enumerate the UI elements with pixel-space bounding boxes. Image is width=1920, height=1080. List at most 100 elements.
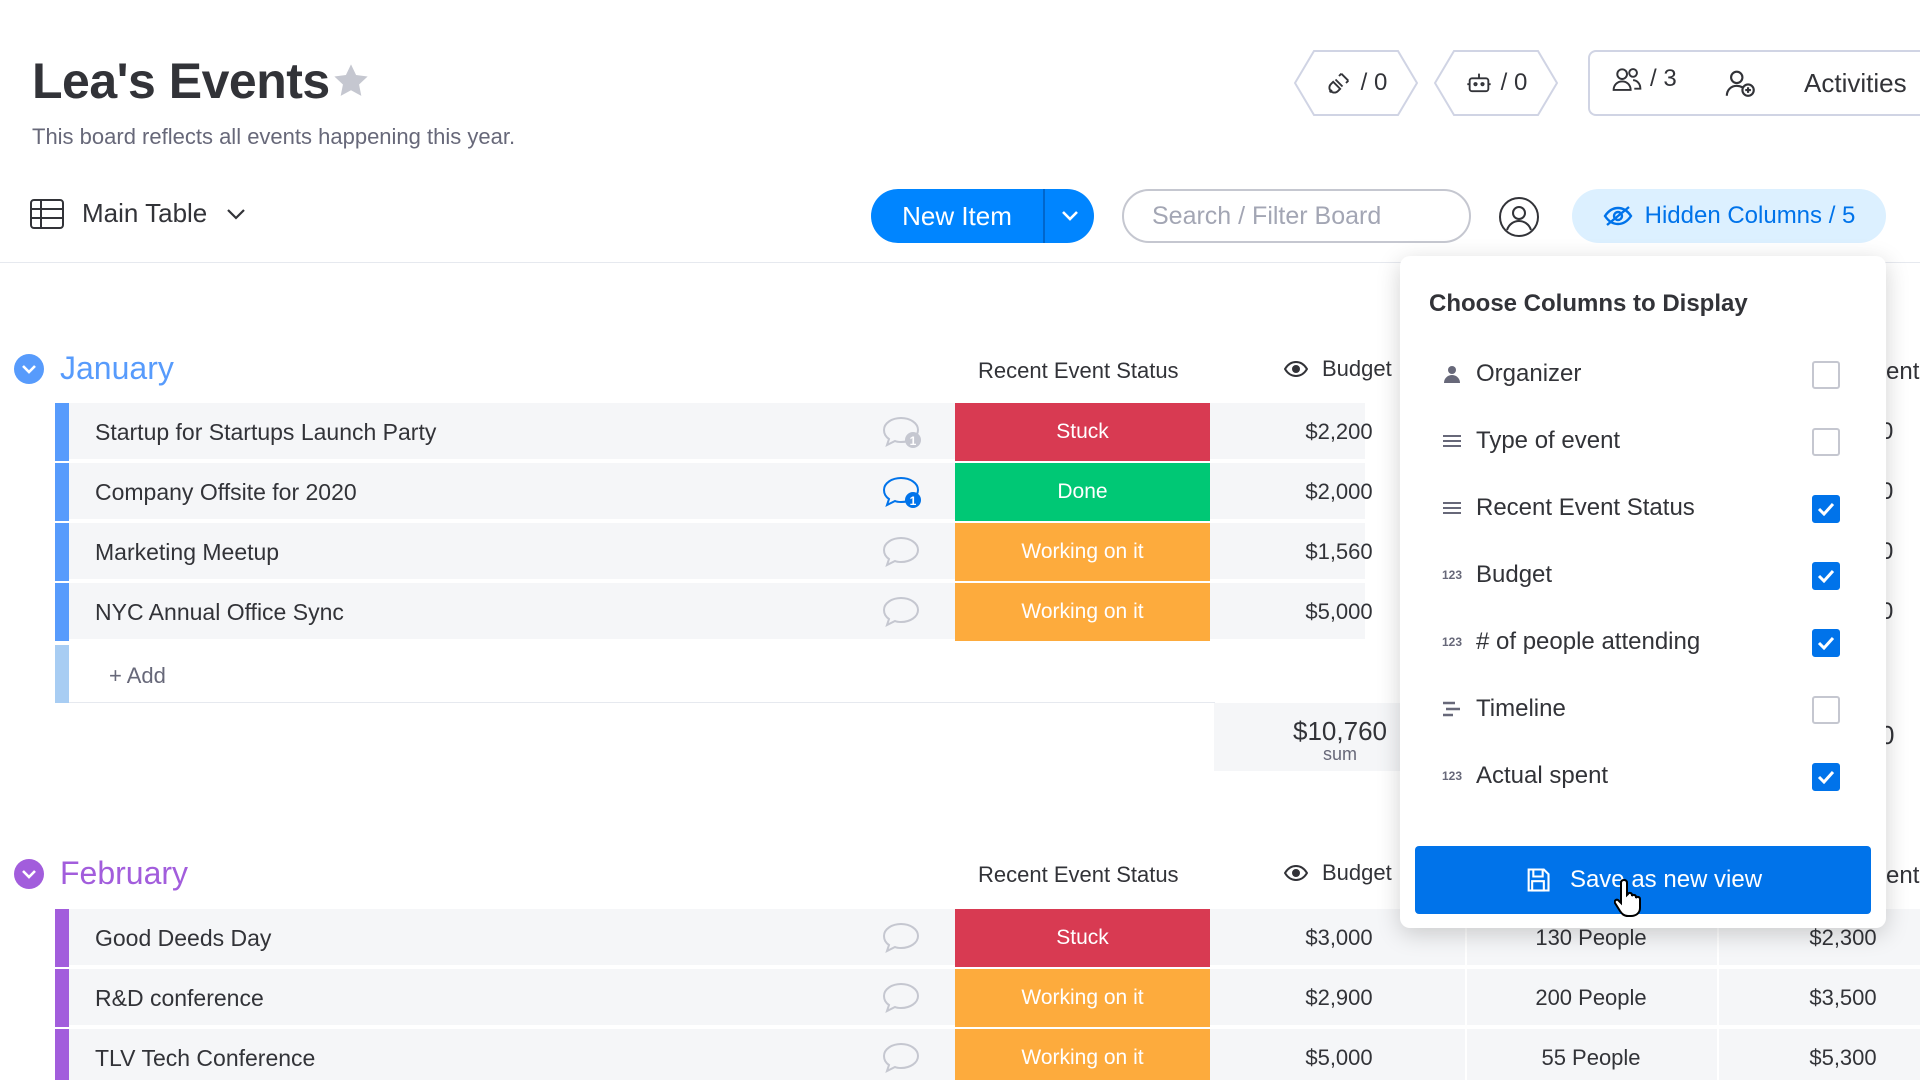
- column-option-organizer[interactable]: Organizer: [1442, 354, 1862, 394]
- people-attending-cell[interactable]: 200 People: [1467, 969, 1715, 1027]
- group-name[interactable]: January: [60, 350, 174, 387]
- group-collapse-toggle[interactable]: [14, 858, 44, 889]
- checkmark-icon: [1817, 770, 1835, 784]
- column-header-actual-partial: ent: [1886, 862, 1920, 889]
- table-row[interactable]: TLV Tech Conference Working on it $5,000…: [55, 1029, 1920, 1080]
- checkmark-icon: [1817, 502, 1835, 516]
- status-cell[interactable]: Working on it: [955, 583, 1210, 641]
- favorite-star-icon[interactable]: [330, 60, 372, 102]
- chat-bubble-icon[interactable]: [881, 535, 925, 571]
- text-lines-icon: [1442, 500, 1466, 516]
- chat-bubble-icon[interactable]: [881, 921, 925, 957]
- automations-button[interactable]: / 0: [1434, 50, 1558, 116]
- hand-cursor-icon: [1614, 878, 1641, 917]
- status-cell[interactable]: Stuck: [955, 909, 1210, 967]
- numbers-icon: 123: [1442, 568, 1463, 582]
- status-cell[interactable]: Stuck: [955, 403, 1210, 461]
- invite-members-icon[interactable]: [1724, 66, 1758, 100]
- column-option-people-attending[interactable]: 123 # of people attending: [1442, 622, 1862, 662]
- item-name[interactable]: NYC Annual Office Sync: [95, 599, 344, 626]
- table-row[interactable]: NYC Annual Office Sync Working on it $5,…: [55, 583, 1373, 641]
- chevron-down-icon: [227, 208, 246, 220]
- group-color-bar: [55, 403, 69, 461]
- item-name[interactable]: Company Offsite for 2020: [95, 479, 357, 506]
- chat-bubble-icon[interactable]: [881, 981, 925, 1017]
- group-header-january[interactable]: January: [14, 350, 174, 387]
- budget-cell[interactable]: $5,000: [1215, 1029, 1463, 1080]
- column-option-budget[interactable]: 123 Budget: [1442, 555, 1862, 595]
- hidden-columns-button[interactable]: Hidden Columns / 5: [1572, 189, 1886, 243]
- column-option-recent-event-status[interactable]: Recent Event Status: [1442, 488, 1862, 528]
- group-color-bar: [55, 645, 69, 703]
- group-name[interactable]: February: [60, 855, 188, 892]
- status-cell[interactable]: Working on it: [955, 969, 1210, 1027]
- column-header-status[interactable]: Recent Event Status: [978, 862, 1179, 888]
- activities-button[interactable]: Activities: [1804, 68, 1907, 99]
- item-name[interactable]: R&D conference: [95, 985, 264, 1012]
- chat-bubble-icon[interactable]: [881, 595, 925, 631]
- members-button[interactable]: / 3: [1610, 64, 1677, 94]
- table-row[interactable]: Marketing Meetup Working on it $1,560: [55, 523, 1373, 581]
- group-color-bar: [55, 969, 69, 1027]
- popover-title: Choose Columns to Display: [1429, 290, 1748, 317]
- updates-count: 1: [910, 494, 917, 508]
- board-title[interactable]: Lea's Events: [32, 52, 330, 110]
- item-name[interactable]: Startup for Startups Launch Party: [95, 419, 436, 446]
- chevron-down-icon: [22, 364, 36, 374]
- column-option-label: Organizer: [1476, 360, 1582, 387]
- chevron-down-icon: [1061, 211, 1078, 221]
- status-cell[interactable]: Done: [955, 463, 1210, 521]
- item-name[interactable]: Marketing Meetup: [95, 539, 279, 566]
- chat-bubble-icon[interactable]: [881, 1041, 925, 1077]
- group-color-bar: [55, 583, 69, 641]
- actual-spent-cell[interactable]: $3,500: [1719, 969, 1920, 1027]
- budget-cell[interactable]: $2,900: [1215, 969, 1463, 1027]
- column-checkbox[interactable]: [1812, 629, 1840, 657]
- column-option-timeline[interactable]: Timeline: [1442, 689, 1862, 729]
- status-cell[interactable]: Working on it: [955, 1029, 1210, 1080]
- board-description[interactable]: This board reflects all events happening…: [32, 124, 515, 150]
- group-color-bar: [55, 909, 69, 967]
- table-row[interactable]: Company Offsite for 2020 1 Done $2,000: [55, 463, 1373, 521]
- actual-spent-cell[interactable]: $5,300: [1719, 1029, 1920, 1080]
- choose-columns-popover: Choose Columns to Display Organizer Type…: [1400, 256, 1886, 928]
- group-header-february[interactable]: February: [14, 855, 188, 892]
- group-color-bar: [55, 1029, 69, 1080]
- column-header-status[interactable]: Recent Event Status: [978, 358, 1179, 384]
- column-header-budget[interactable]: Budget: [1284, 356, 1392, 382]
- chat-bubble-icon[interactable]: 1: [881, 475, 925, 511]
- column-checkbox[interactable]: [1812, 562, 1840, 590]
- column-header-budget[interactable]: Budget: [1284, 860, 1392, 886]
- item-name[interactable]: Good Deeds Day: [95, 925, 271, 952]
- chat-bubble-icon[interactable]: 1: [881, 415, 925, 451]
- column-checkbox[interactable]: [1812, 696, 1840, 724]
- eye-icon: [1284, 865, 1308, 881]
- add-item-row[interactable]: + Add: [55, 645, 1215, 703]
- new-item-button[interactable]: New Item: [871, 189, 1094, 243]
- status-cell[interactable]: Working on it: [955, 523, 1210, 581]
- add-item-label[interactable]: + Add: [109, 663, 166, 689]
- table-row[interactable]: Startup for Startups Launch Party 1 Stuc…: [55, 403, 1373, 461]
- eye-icon: [1284, 361, 1308, 377]
- text-lines-icon: [1442, 433, 1466, 449]
- table-icon: [30, 198, 64, 229]
- search-input[interactable]: [1122, 189, 1471, 243]
- table-row[interactable]: R&D conference Working on it $2,900 200 …: [55, 969, 1920, 1027]
- view-selector[interactable]: Main Table: [30, 198, 247, 229]
- column-checkbox[interactable]: [1812, 495, 1840, 523]
- group-color-bar: [55, 523, 69, 581]
- people-attending-cell[interactable]: 55 People: [1467, 1029, 1715, 1080]
- item-name[interactable]: TLV Tech Conference: [95, 1045, 315, 1072]
- column-option-type-of-event[interactable]: Type of event: [1442, 421, 1862, 461]
- column-header-budget-label: Budget: [1322, 356, 1392, 381]
- group-collapse-toggle[interactable]: [14, 353, 44, 384]
- integrations-button[interactable]: / 0: [1294, 50, 1418, 116]
- column-option-actual-spent[interactable]: 123 Actual spent: [1442, 756, 1862, 796]
- column-checkbox[interactable]: [1812, 428, 1840, 456]
- column-option-label: Timeline: [1476, 695, 1566, 722]
- column-checkbox[interactable]: [1812, 763, 1840, 791]
- column-checkbox[interactable]: [1812, 361, 1840, 389]
- new-item-dropdown[interactable]: [1045, 210, 1094, 222]
- person-filter-icon[interactable]: [1498, 196, 1540, 238]
- numbers-icon: 123: [1442, 769, 1463, 783]
